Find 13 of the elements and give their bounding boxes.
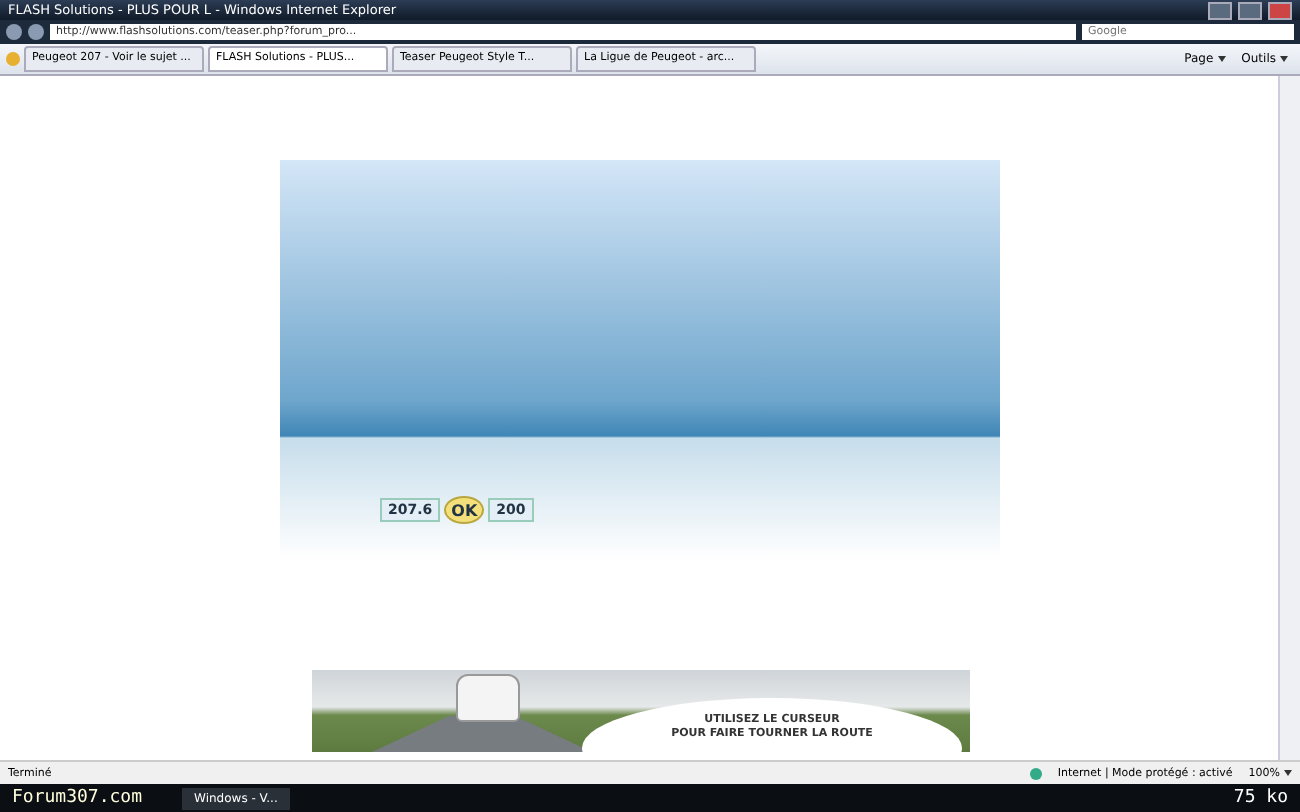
- forward-button[interactable]: [28, 24, 44, 40]
- caret-icon: [1280, 56, 1288, 62]
- maximize-button[interactable]: [1238, 1, 1262, 19]
- car-drawing: [456, 674, 520, 722]
- caret-icon: [1284, 770, 1292, 776]
- ok-button[interactable]: OK: [444, 496, 485, 524]
- close-button[interactable]: [1268, 1, 1292, 19]
- minimize-button[interactable]: [1208, 1, 1232, 19]
- site-label: Forum307.com: [12, 788, 143, 808]
- scrollbar[interactable]: [1278, 76, 1300, 760]
- back-button[interactable]: [6, 24, 22, 40]
- caret-icon: [1217, 56, 1226, 62]
- size-label: 75 ko: [1233, 788, 1288, 808]
